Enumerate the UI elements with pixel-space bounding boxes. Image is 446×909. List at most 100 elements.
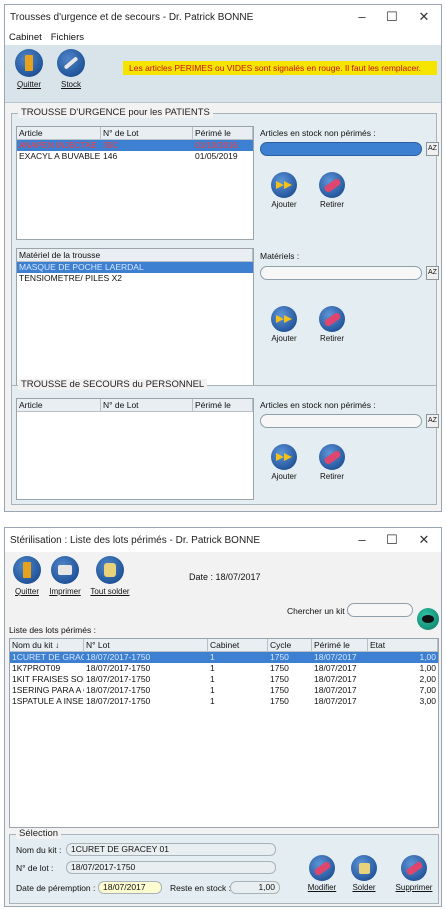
lot-label: N° de lot :	[16, 863, 54, 873]
search-input[interactable]	[347, 603, 413, 617]
cell-kit: 1KIT FRAISES SOIN	[12, 674, 84, 684]
urgence-window: Trousses d'urgence et de secours - Dr. P…	[4, 4, 442, 512]
print-button[interactable]: Imprimer	[47, 556, 83, 596]
minimize-icon[interactable]: –	[347, 5, 377, 29]
maximize-icon[interactable]: ☐	[377, 528, 407, 552]
table-row[interactable]: 1CURET DE GRACE 18/07/2017-1750 1 1750 1…	[10, 652, 438, 663]
secours-section: TROUSSE de SECOURS du PERSONNEL Article …	[11, 379, 439, 505]
stock-button[interactable]: Stock	[53, 49, 89, 89]
list-item[interactable]: MASQUE DE POCHE LAERDAL	[17, 262, 253, 273]
sort-az-icon[interactable]: AZ	[426, 414, 439, 428]
materiels-select[interactable]	[260, 266, 422, 280]
add-materiel-button[interactable]: Ajouter	[268, 306, 300, 343]
cell-cabinet: 1	[210, 663, 215, 673]
menu-fichiers[interactable]: Fichiers	[51, 32, 84, 43]
expiry-date-field[interactable]: 18/07/2017	[98, 881, 162, 894]
close-icon[interactable]: ✕	[409, 528, 439, 552]
door-icon	[15, 49, 43, 77]
table-header: Article N° de Lot Périmé le	[17, 127, 253, 140]
printer-icon	[51, 556, 79, 584]
secours-remove-button[interactable]: Retirer	[316, 444, 348, 481]
remove-button[interactable]: Retirer	[316, 172, 348, 209]
eraser-icon	[319, 306, 345, 332]
stock-select[interactable]	[260, 142, 422, 156]
eye-search-icon[interactable]	[417, 608, 439, 630]
add-button[interactable]: Ajouter	[268, 172, 300, 209]
title-bar[interactable]: Trousses d'urgence et de secours - Dr. P…	[5, 5, 441, 29]
maximize-icon[interactable]: ☐	[377, 5, 407, 29]
menu-bar: Cabinet Fichiers	[5, 29, 441, 45]
title-bar[interactable]: Stérilisation : Liste des lots périmés -…	[5, 528, 441, 552]
expired-lots-table[interactable]: Nom du kit ↓ N° Lot Cabinet Cycle Périmé…	[9, 638, 439, 828]
secours-articles-table[interactable]: Article N° de Lot Périmé le	[16, 398, 254, 500]
secours-stock-select[interactable]	[260, 414, 422, 428]
add-label: Ajouter	[271, 200, 297, 209]
minimize-icon[interactable]: –	[347, 528, 377, 552]
stock-remaining-field[interactable]: 1,00	[230, 881, 280, 894]
cell-lot: 146	[103, 151, 118, 161]
cell-cycle: 1750	[270, 663, 289, 673]
remove-label: Retirer	[319, 200, 344, 209]
lot-field[interactable]: 18/07/2017-1750	[66, 861, 276, 874]
table-row[interactable]: EXACYL A BUVABLE 146 01/05/2019	[17, 151, 253, 162]
col-perime[interactable]: Périmé le	[312, 639, 368, 651]
cell-cabinet: 1	[210, 674, 215, 684]
col-article[interactable]: Article	[17, 127, 101, 139]
col-etat[interactable]: Etat	[368, 639, 438, 651]
quit-label: Quitter	[16, 80, 41, 89]
date-label: Date : 18/07/2017	[189, 572, 261, 582]
double-arrow-icon	[271, 444, 297, 470]
eraser-icon	[319, 172, 345, 198]
table-row[interactable]: ANAPEN INJECTAE 35C 01/10/2016	[17, 140, 253, 151]
quit-button[interactable]: Quitter	[11, 49, 47, 89]
col-lot[interactable]: N° de Lot	[101, 399, 193, 411]
cell-cycle: 1750	[270, 652, 289, 662]
sort-az-icon[interactable]: AZ	[426, 142, 439, 156]
table-row[interactable]: 1SPATULE A INSEI 18/07/2017-1750 1 1750 …	[10, 696, 438, 707]
col-lot[interactable]: N° de Lot	[101, 127, 193, 139]
materiel-table[interactable]: Matériel de la trousse MASQUE DE POCHE L…	[16, 248, 254, 388]
secours-add-button[interactable]: Ajouter	[268, 444, 300, 481]
window-title: Stérilisation : Liste des lots périmés -…	[10, 534, 261, 546]
selection-panel: Sélection Nom du kit : 1CURET DE GRACEY …	[9, 828, 439, 904]
col-perime[interactable]: Périmé le	[193, 399, 253, 411]
menu-cabinet[interactable]: Cabinet	[9, 32, 42, 43]
remove-materiel-button[interactable]: Retirer	[316, 306, 348, 343]
toolbar: Quitter Imprimer Tout solder Date : 18/0…	[5, 552, 441, 600]
double-arrow-icon	[271, 172, 297, 198]
col-cabinet[interactable]: Cabinet	[208, 639, 268, 651]
eraser-icon	[401, 855, 427, 881]
solder-button[interactable]: Solder	[348, 855, 380, 892]
cell-kit: 1SPATULE A INSEI	[12, 696, 84, 706]
cell-lot: 18/07/2017-1750	[86, 685, 151, 695]
modify-button[interactable]: Modifier	[306, 855, 338, 892]
cell-article: EXACYL A BUVABLE	[19, 151, 101, 161]
col-kit[interactable]: Nom du kit ↓	[10, 639, 84, 651]
table-header: Article N° de Lot Périmé le	[17, 399, 253, 412]
col-article[interactable]: Article	[17, 399, 101, 411]
cell-lot: 18/07/2017-1750	[86, 663, 151, 673]
solder-all-button[interactable]: Tout solder	[87, 556, 133, 596]
remove-label: Retirer	[319, 334, 344, 343]
quit-button[interactable]: Quitter	[9, 556, 45, 596]
col-perime[interactable]: Périmé le	[193, 127, 253, 139]
col-lot[interactable]: N° Lot	[84, 639, 208, 651]
table-row[interactable]: 1K7PROT09 18/07/2017-1750 1 1750 18/07/2…	[10, 663, 438, 674]
table-row[interactable]: 1KIT FRAISES SOIN 18/07/2017-1750 1 1750…	[10, 674, 438, 685]
table-header: Nom du kit ↓ N° Lot Cabinet Cycle Périmé…	[10, 639, 438, 652]
col-materiel[interactable]: Matériel de la trousse	[17, 249, 253, 261]
stock-label: Articles en stock non périmés :	[260, 128, 376, 138]
close-icon[interactable]: ✕	[409, 5, 439, 29]
delete-button[interactable]: Supprimer	[394, 855, 434, 892]
urgence-articles-table[interactable]: Article N° de Lot Périmé le ANAPEN INJEC…	[16, 126, 254, 240]
sort-az-icon[interactable]: AZ	[426, 266, 439, 280]
table-row[interactable]: 1SERING PARA A C 18/07/2017-1750 1 1750 …	[10, 685, 438, 696]
cell-cabinet: 1	[210, 652, 215, 662]
quit-label: Quitter	[14, 587, 39, 596]
cell-cycle: 1750	[270, 685, 289, 695]
toolbar: Quitter Stock Les articles PERIMES ou VI…	[5, 45, 441, 103]
col-cycle[interactable]: Cycle	[268, 639, 312, 651]
list-item[interactable]: TENSIOMETRE/ PILES X2	[17, 273, 253, 284]
kit-name-field[interactable]: 1CURET DE GRACEY 01	[66, 843, 276, 856]
kit-label: Nom du kit :	[16, 845, 62, 855]
